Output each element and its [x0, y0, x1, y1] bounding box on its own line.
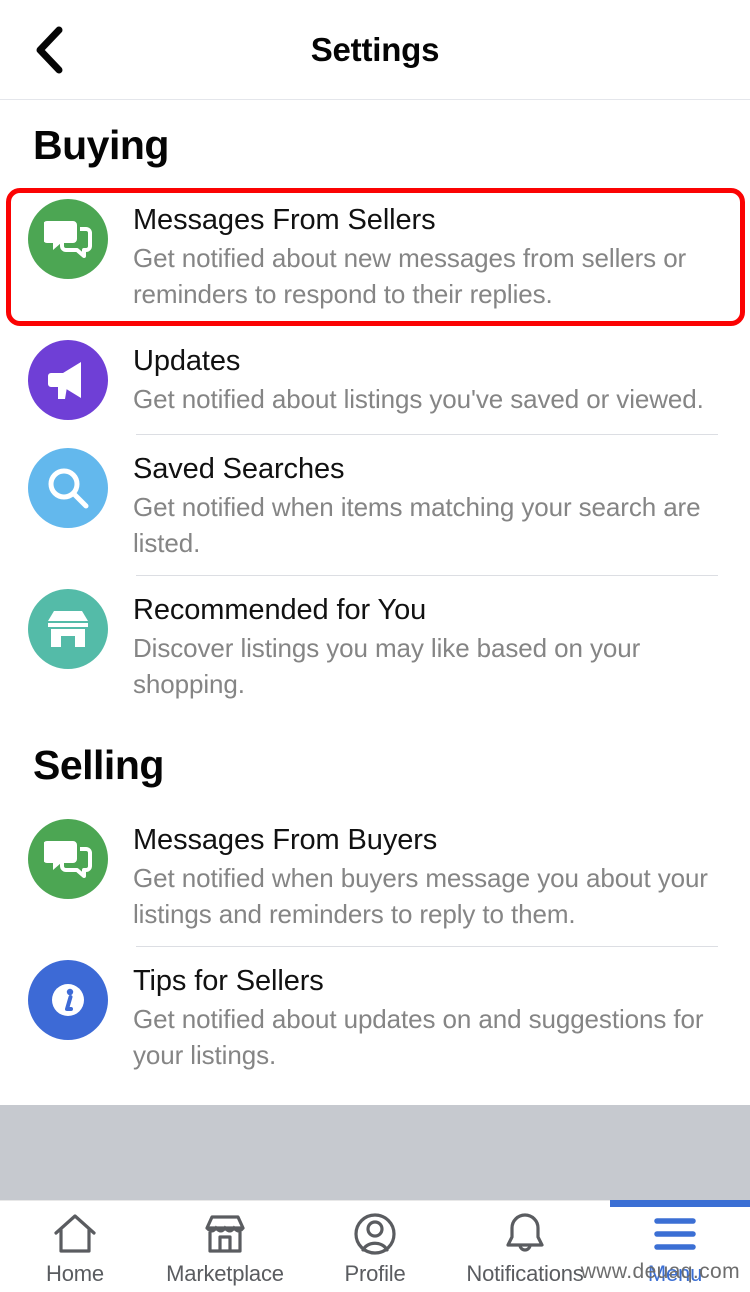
row-title: Tips for Sellers — [133, 964, 324, 997]
row-title: Updates — [133, 344, 241, 377]
row-text: Tips for Sellers Get notified about upda… — [133, 960, 720, 1073]
magnifier-icon — [28, 447, 108, 528]
section-heading-buying: Buying — [33, 122, 169, 168]
row-title: Saved Searches — [133, 452, 345, 485]
setting-row-messages-from-buyers[interactable]: Messages From Buyers Get notified when b… — [0, 804, 750, 946]
storefront-outline-icon — [202, 1211, 248, 1257]
empty-space-band — [0, 1105, 750, 1200]
user-circle-icon — [352, 1211, 398, 1257]
nav-label: Marketplace — [166, 1260, 284, 1286]
chevron-left-icon — [31, 26, 65, 74]
hamburger-menu-icon — [652, 1211, 698, 1257]
nav-tab-home[interactable]: Home — [0, 1201, 150, 1292]
page-title: Settings — [310, 30, 440, 68]
info-circle-icon — [28, 959, 108, 1040]
chat-bubbles-icon — [28, 199, 108, 279]
setting-row-saved-searches[interactable]: Saved Searches Get notified when items m… — [0, 433, 750, 575]
row-description: Get notified about new messages from sel… — [133, 243, 687, 309]
row-text: Recommended for You Discover listings yo… — [133, 589, 720, 702]
setting-row-recommended-for-you[interactable]: Recommended for You Discover listings yo… — [0, 574, 750, 716]
nav-tab-marketplace[interactable]: Marketplace — [150, 1201, 300, 1292]
row-description: Discover listings you may like based on … — [133, 633, 641, 699]
row-text: Messages From Buyers Get notified when b… — [133, 819, 720, 932]
row-title: Messages From Buyers — [133, 823, 438, 856]
nav-label: Profile — [344, 1260, 406, 1286]
chat-bubbles-icon — [28, 818, 108, 899]
bell-icon — [503, 1211, 547, 1257]
megaphone-icon — [28, 339, 108, 420]
nav-tab-notifications[interactable]: Notifications — [450, 1201, 600, 1292]
back-button[interactable] — [22, 24, 74, 76]
row-text: Updates Get notified about listings you'… — [133, 340, 720, 418]
section-heading-selling: Selling — [33, 741, 164, 788]
home-icon — [52, 1211, 98, 1257]
row-description: Get notified when items matching your se… — [133, 492, 701, 558]
nav-label: Home — [46, 1260, 104, 1286]
row-title: Messages From Sellers — [133, 204, 436, 236]
storefront-icon — [28, 588, 108, 669]
nav-tab-profile[interactable]: Profile — [300, 1201, 450, 1292]
setting-row-messages-from-sellers[interactable]: Messages From Sellers Get notified about… — [0, 185, 750, 326]
row-text: Messages From Sellers Get notified about… — [133, 199, 720, 312]
row-text: Saved Searches Get notified when items m… — [133, 448, 720, 561]
settings-screen: Settings Buying Messages From Sellers Ge… — [0, 0, 750, 1292]
app-header: Settings — [0, 0, 750, 100]
nav-label: Notifications — [466, 1260, 584, 1286]
row-description: Get notified when buyers message you abo… — [133, 863, 708, 929]
row-description: Get notified about updates on and sugges… — [133, 1004, 704, 1070]
setting-row-updates[interactable]: Updates Get notified about listings you'… — [0, 325, 750, 434]
watermark: www.deuaq.com — [580, 1260, 740, 1283]
row-description: Get notified about listings you've saved… — [133, 384, 704, 415]
setting-row-tips-for-sellers[interactable]: Tips for Sellers Get notified about upda… — [0, 945, 750, 1087]
row-title: Recommended for You — [133, 593, 427, 626]
